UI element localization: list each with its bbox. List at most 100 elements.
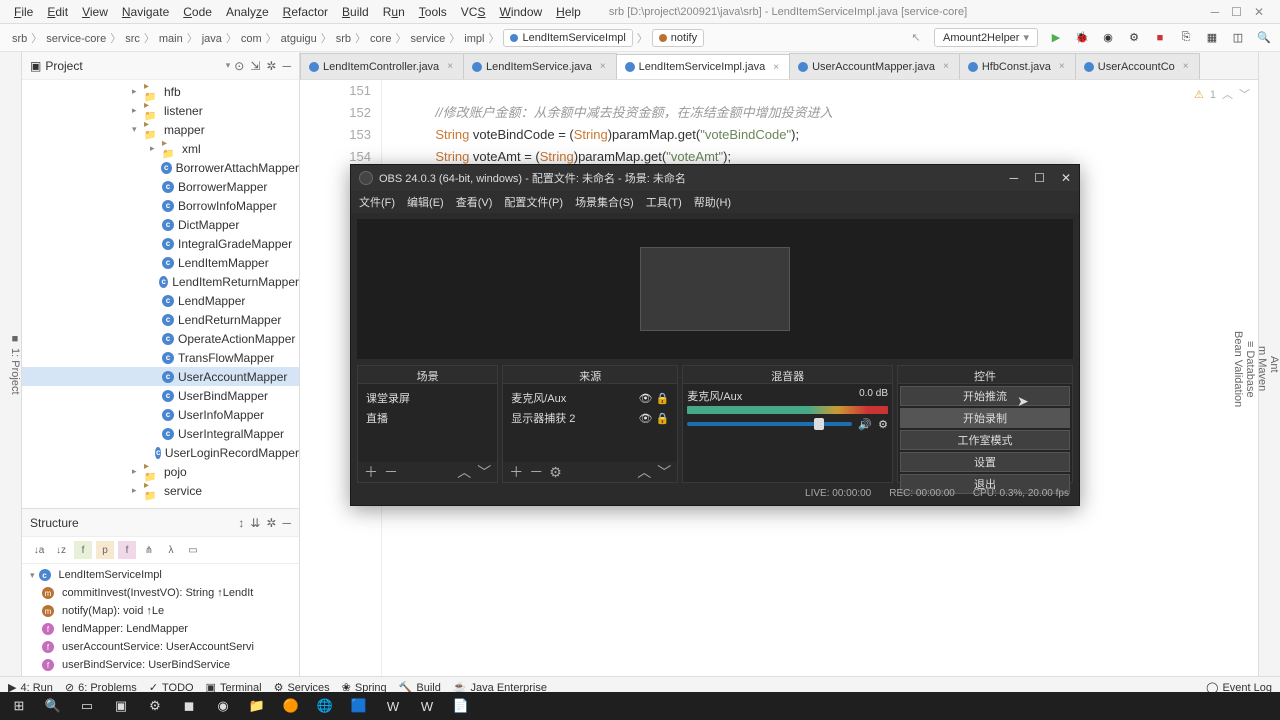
obs-close-icon[interactable]: ✕ bbox=[1061, 171, 1071, 185]
tab-close-icon[interactable]: × bbox=[773, 62, 779, 73]
chrome-task-icon[interactable]: 🌐 bbox=[310, 694, 340, 718]
struct-collapse-icon[interactable]: ⇊ bbox=[250, 516, 260, 530]
explorer-task-icon[interactable]: 📁 bbox=[242, 694, 272, 718]
taskview-icon[interactable]: ▭ bbox=[72, 694, 102, 718]
tab-HfbConst.java[interactable]: HfbConst.java× bbox=[959, 53, 1076, 79]
obs-minimize-icon[interactable]: ─ bbox=[1010, 171, 1019, 185]
crumb-main[interactable]: main bbox=[155, 31, 187, 47]
tree-node-UserAccountMapper[interactable]: cUserAccountMapper bbox=[22, 367, 299, 386]
lambda-icon[interactable]: λ bbox=[162, 541, 180, 559]
tree-node-DictMapper[interactable]: cDictMapper bbox=[22, 215, 299, 234]
tree-node-UserBindMapper[interactable]: cUserBindMapper bbox=[22, 386, 299, 405]
word-task-icon[interactable]: W bbox=[378, 694, 408, 718]
tree-node-BorrowInfoMapper[interactable]: cBorrowInfoMapper bbox=[22, 196, 299, 215]
settings-task-icon[interactable]: ⚙ bbox=[140, 694, 170, 718]
settings-icon[interactable]: ✲ bbox=[266, 59, 276, 73]
tab-close-icon[interactable]: × bbox=[447, 61, 453, 72]
obs-scene-up-icon[interactable]: ︿ bbox=[457, 462, 471, 482]
side-project-tab[interactable]: ■ 1: Project bbox=[9, 58, 21, 670]
obs-scene-down-icon[interactable]: ﹀ bbox=[477, 462, 491, 482]
layout-icon[interactable]: ◫ bbox=[1230, 30, 1246, 46]
tab-LendItemController.java[interactable]: LendItemController.java× bbox=[300, 53, 464, 79]
tree-node-LendItemReturnMapper[interactable]: cLendItemReturnMapper bbox=[22, 272, 299, 291]
tab-UserAccountMapper.java[interactable]: UserAccountMapper.java× bbox=[789, 53, 960, 79]
left-side-strip[interactable]: ■ 1: Project bbox=[0, 52, 22, 676]
menu-file[interactable]: File bbox=[8, 3, 39, 21]
back-icon[interactable]: ↖ bbox=[908, 30, 924, 46]
tree-node-LendMapper[interactable]: cLendMapper bbox=[22, 291, 299, 310]
obs-titlebar[interactable]: OBS 24.0.3 (64-bit, windows) - 配置文件: 未命名… bbox=[351, 165, 1079, 191]
obs-menu-item[interactable]: 工具(T) bbox=[646, 194, 682, 210]
obs-menu-item[interactable]: 帮助(H) bbox=[694, 194, 731, 210]
obs-menu-item[interactable]: 场景集合(S) bbox=[575, 194, 634, 210]
struct-item[interactable]: flendMapper: LendMapper bbox=[22, 620, 299, 638]
show-properties-icon[interactable]: p bbox=[96, 541, 114, 559]
menu-refactor[interactable]: Refactor bbox=[277, 3, 334, 21]
crumb-core[interactable]: core bbox=[366, 31, 395, 47]
coverage-icon[interactable]: ◉ bbox=[1100, 30, 1116, 46]
lock-icon[interactable]: 🔒 bbox=[656, 393, 670, 405]
crumb-com[interactable]: com bbox=[237, 31, 266, 47]
intellij-task-icon[interactable]: ◼ bbox=[174, 694, 204, 718]
notes-task-icon[interactable]: 📄 bbox=[446, 694, 476, 718]
struct-item[interactable]: mcommitInvest(InvestVO): String ↑LendIt bbox=[22, 584, 299, 602]
select-opened-icon[interactable]: ⊙ bbox=[234, 59, 244, 73]
debug-icon[interactable]: 🐞 bbox=[1074, 30, 1090, 46]
crumb-srb[interactable]: srb bbox=[332, 31, 355, 47]
tree-node-UserInfoMapper[interactable]: cUserInfoMapper bbox=[22, 405, 299, 424]
obs-maximize-icon[interactable]: ☐ bbox=[1034, 171, 1045, 185]
struct-hide-icon[interactable]: ─ bbox=[282, 516, 291, 530]
obs-source-settings-icon[interactable]: ⚙ bbox=[549, 464, 562, 481]
obs-mixer-settings-icon[interactable]: ⚙ bbox=[878, 418, 888, 431]
search-icon[interactable]: 🔍 bbox=[1256, 30, 1272, 46]
windows-taskbar[interactable]: ⊞ 🔍 ▭ ▣ ⚙ ◼ ◉ 📁 🟠 🌐 🟦 W W 📄 bbox=[0, 692, 1280, 720]
obs-control-工作室模式[interactable]: 工作室模式 bbox=[900, 430, 1070, 450]
obs-source-up-icon[interactable]: ︿ bbox=[637, 462, 651, 482]
menu-analyze[interactable]: Analyze bbox=[220, 3, 275, 21]
minimize-icon[interactable]: ─ bbox=[1211, 5, 1220, 19]
tab-close-icon[interactable]: × bbox=[1059, 61, 1065, 72]
terminal-task-icon[interactable]: ▣ bbox=[106, 694, 136, 718]
obs-source-add-icon[interactable]: ＋ bbox=[509, 462, 523, 482]
profile-icon[interactable]: ⚙ bbox=[1126, 30, 1142, 46]
eye-icon[interactable]: 👁 bbox=[638, 413, 652, 425]
obs-source-item[interactable]: 麦克风/Aux👁 🔒 bbox=[507, 388, 673, 408]
chrome2-task-icon[interactable]: 🟠 bbox=[276, 694, 306, 718]
struct-item[interactable]: mnotify(Map): void ↑Le bbox=[22, 602, 299, 620]
menu-vcs[interactable]: VCS bbox=[455, 3, 492, 21]
crumb-src[interactable]: src bbox=[121, 31, 144, 47]
tree-node-UserIntegralMapper[interactable]: cUserIntegralMapper bbox=[22, 424, 299, 443]
obs-menu-item[interactable]: 编辑(E) bbox=[407, 194, 444, 210]
tab-close-icon[interactable]: × bbox=[600, 61, 606, 72]
crumb-service[interactable]: service bbox=[406, 31, 449, 47]
menu-edit[interactable]: Edit bbox=[41, 3, 74, 21]
obs-control-开始推流[interactable]: 开始推流 bbox=[900, 386, 1070, 406]
obs-task-icon[interactable]: ◉ bbox=[208, 694, 238, 718]
breadcrumb-method[interactable]: notify bbox=[652, 29, 704, 47]
tree-node-TransFlowMapper[interactable]: cTransFlowMapper bbox=[22, 348, 299, 367]
obs-volume-slider[interactable] bbox=[687, 422, 852, 426]
group-icon[interactable]: ⋔ bbox=[140, 541, 158, 559]
sort-visibility-icon[interactable]: ↓z bbox=[52, 541, 70, 559]
show-fields-icon[interactable]: f bbox=[74, 541, 92, 559]
project-tree[interactable]: ▸▸📁hfb▸▸📁listener▾▸📁mapper▸▸📁xmlcBorrowe… bbox=[22, 80, 299, 508]
tree-node-xml[interactable]: ▸▸📁xml bbox=[22, 139, 299, 158]
tree-node-IntegralGradeMapper[interactable]: cIntegralGradeMapper bbox=[22, 234, 299, 253]
tree-node-pojo[interactable]: ▸▸📁pojo bbox=[22, 462, 299, 481]
obs-menu-item[interactable]: 查看(V) bbox=[456, 194, 493, 210]
obs-speaker-icon[interactable]: 🔊 bbox=[858, 418, 872, 431]
structure-icon[interactable]: ▦ bbox=[1204, 30, 1220, 46]
obs-control-开始录制[interactable]: 开始录制 bbox=[900, 408, 1070, 428]
menu-window[interactable]: Window bbox=[493, 3, 548, 21]
lock-icon[interactable]: 🔒 bbox=[656, 413, 670, 425]
tree-node-LendReturnMapper[interactable]: cLendReturnMapper bbox=[22, 310, 299, 329]
sort-alpha-icon[interactable]: ↓a bbox=[30, 541, 48, 559]
eye-icon[interactable]: 👁 bbox=[638, 393, 652, 405]
obs-menu-item[interactable]: 配置文件(P) bbox=[504, 194, 563, 210]
tree-node-BorrowerMapper[interactable]: cBorrowerMapper bbox=[22, 177, 299, 196]
tree-node-mapper[interactable]: ▾▸📁mapper bbox=[22, 120, 299, 139]
wps-task-icon[interactable]: W bbox=[412, 694, 442, 718]
run-config-selector[interactable]: Amount2Helper ▾ bbox=[934, 28, 1038, 47]
tree-node-UserLoginRecordMapper[interactable]: cUserLoginRecordMapper bbox=[22, 443, 299, 462]
menu-tools[interactable]: Tools bbox=[413, 3, 453, 21]
